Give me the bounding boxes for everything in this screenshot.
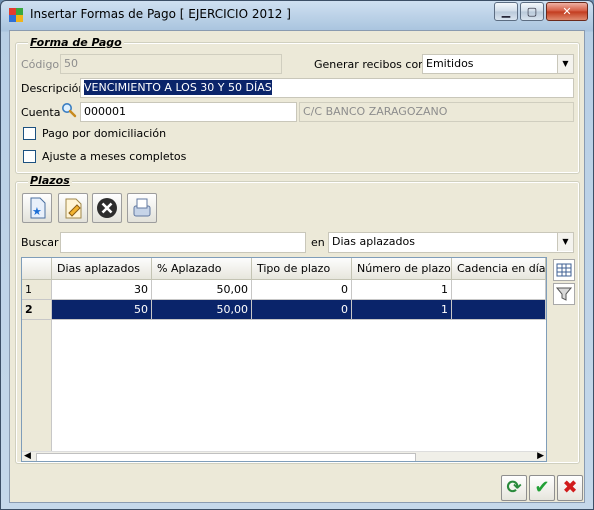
- table-cell[interactable]: 0: [252, 280, 352, 300]
- dialog-window: Insertar Formas de Pago [ EJERCICIO 2012…: [0, 0, 594, 510]
- chevron-down-icon[interactable]: ▼: [557, 55, 573, 73]
- chevron-down-icon[interactable]: ▼: [557, 233, 573, 251]
- ajuste-meses-label: Ajuste a meses completos: [42, 150, 187, 163]
- check-icon: ✔: [534, 477, 550, 498]
- search-icon[interactable]: [61, 102, 77, 118]
- descripcion-value: VENCIMIENTO A LOS 30 Y 50 DÍAS: [84, 80, 272, 95]
- table-cell[interactable]: 50,00: [152, 280, 252, 300]
- table-cell[interactable]: 30: [52, 280, 152, 300]
- buscar-input[interactable]: [60, 232, 306, 253]
- table-cell[interactable]: [452, 300, 546, 320]
- table-header: Dias aplazados % Aplazado Tipo de plazo …: [22, 258, 546, 280]
- scroll-left-icon[interactable]: ◀: [24, 451, 31, 461]
- row-indicator-header: [22, 258, 52, 280]
- row-index: 2: [22, 300, 52, 320]
- plazos-table[interactable]: Dias aplazados % Aplazado Tipo de plazo …: [21, 257, 547, 462]
- table-row[interactable]: 1 30 50,00 0 1: [22, 280, 546, 300]
- buscar-label: Buscar: [21, 236, 59, 249]
- table-cell[interactable]: 1: [352, 300, 452, 320]
- accept-button[interactable]: ✔: [529, 475, 555, 501]
- plazos-legend: Plazos: [28, 174, 72, 187]
- table-icon: [556, 263, 572, 277]
- table-cell[interactable]: [452, 280, 546, 300]
- descripcion-label: Descripción: [21, 82, 86, 95]
- forma-pago-legend: Forma de Pago: [28, 36, 124, 49]
- maximize-icon[interactable]: ▢: [520, 2, 544, 21]
- cuenta-field[interactable]: 000001: [80, 102, 297, 122]
- print-icon: [133, 198, 151, 217]
- svg-text:★: ★: [32, 205, 42, 218]
- delete-plazo-button[interactable]: [92, 193, 122, 223]
- column-header[interactable]: Dias aplazados: [52, 258, 152, 280]
- edit-plazo-button[interactable]: [58, 193, 88, 223]
- generar-recibos-label: Generar recibos como: [314, 58, 436, 71]
- refresh-button[interactable]: ⟳: [501, 475, 527, 501]
- generar-recibos-select[interactable]: Emitidos ▼: [422, 54, 574, 74]
- table-cell[interactable]: 50: [52, 300, 152, 320]
- en-label: en: [311, 236, 325, 249]
- minimize-icon[interactable]: ▁: [494, 2, 518, 21]
- buscar-en-value: Dias aplazados: [332, 235, 415, 248]
- dialog-client-area: Forma de Pago Código 50 Generar recibos …: [9, 30, 585, 503]
- row-indicator-column: [22, 320, 52, 451]
- buscar-en-select[interactable]: Dias aplazados ▼: [328, 232, 574, 253]
- cuenta-label: Cuenta: [21, 106, 61, 119]
- filter-button[interactable]: [553, 283, 575, 305]
- title-bar[interactable]: Insertar Formas de Pago [ EJERCICIO 2012…: [1, 1, 593, 29]
- table-cell[interactable]: 0: [252, 300, 352, 320]
- column-header[interactable]: Tipo de plazo: [252, 258, 352, 280]
- pago-domiciliacion-checkbox[interactable]: [23, 127, 36, 140]
- codigo-label: Código: [21, 58, 60, 71]
- row-index: 1: [22, 280, 52, 300]
- table-cell[interactable]: 1: [352, 280, 452, 300]
- ajuste-meses-checkbox[interactable]: [23, 150, 36, 163]
- column-header[interactable]: Número de plazos: [352, 258, 452, 280]
- print-plazo-button[interactable]: [127, 193, 157, 223]
- column-header[interactable]: % Aplazado: [152, 258, 252, 280]
- app-icon: [9, 8, 23, 22]
- horizontal-scrollbar[interactable]: ◀ ▶: [22, 451, 546, 461]
- scrollbar-thumb[interactable]: [36, 453, 416, 461]
- scroll-right-icon[interactable]: ▶: [537, 451, 544, 461]
- column-header[interactable]: Cadencia en días: [452, 258, 546, 280]
- generar-recibos-value: Emitidos: [426, 57, 474, 70]
- table-cell[interactable]: 50,00: [152, 300, 252, 320]
- window-title: Insertar Formas de Pago [ EJERCICIO 2012…: [30, 7, 291, 21]
- new-document-icon: ★: [30, 197, 46, 219]
- codigo-field: 50: [60, 54, 282, 74]
- pago-domiciliacion-label: Pago por domiciliación: [42, 127, 167, 140]
- cancel-circle-icon: [97, 198, 117, 218]
- grid-columns-button[interactable]: [553, 259, 575, 281]
- close-icon[interactable]: ✕: [546, 2, 588, 21]
- refresh-icon: ⟳: [506, 477, 522, 498]
- descripcion-field[interactable]: VENCIMIENTO A LOS 30 Y 50 DÍAS: [80, 78, 574, 98]
- cuenta-name-field: C/C BANCO ZARAGOZANO: [299, 102, 574, 122]
- add-plazo-button[interactable]: ★: [22, 193, 52, 223]
- table-row[interactable]: 2 50 50,00 0 1: [22, 300, 546, 320]
- cancel-button[interactable]: ✖: [557, 475, 583, 501]
- filter-icon: [555, 287, 573, 301]
- close-icon: ✖: [562, 477, 578, 498]
- edit-document-icon: [65, 198, 82, 219]
